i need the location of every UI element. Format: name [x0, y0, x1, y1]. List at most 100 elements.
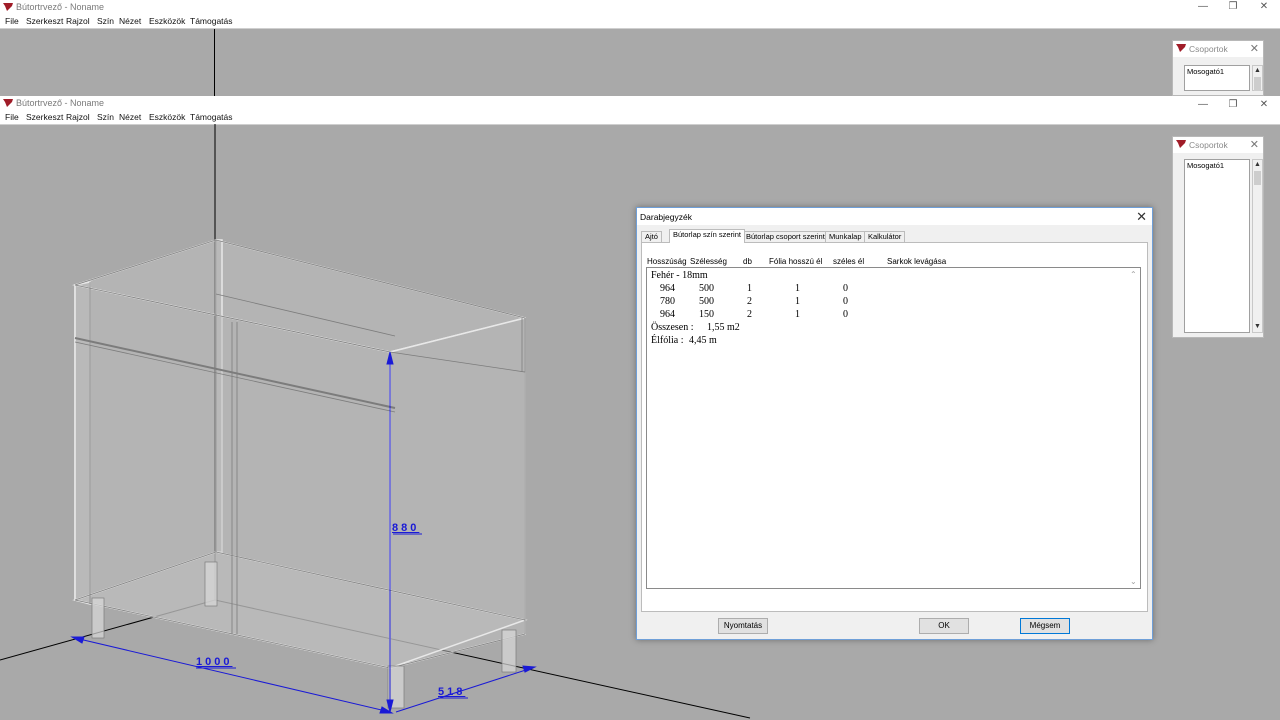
scroll-down-icon[interactable]: ⌄ [1130, 577, 1137, 586]
row-3-count: 2 [747, 309, 752, 320]
menu-edit[interactable]: Szerkeszt [26, 112, 63, 122]
dialog-title: Darabjegyzék [640, 212, 692, 222]
groups-list[interactable]: Mosogató1 [1184, 159, 1250, 333]
total-area-value: 1,55 m2 [707, 322, 740, 333]
row-2-wide-edge: 0 [843, 296, 848, 307]
leg-back-right [501, 629, 517, 673]
tab-board-by-color[interactable]: Bútorlap szín szerint [669, 229, 745, 243]
ok-button[interactable]: OK [919, 618, 969, 634]
row-2-width: 500 [699, 296, 714, 307]
dimension-height-label: 880 [392, 522, 420, 534]
column-header-length: Hosszúság [647, 257, 687, 266]
menu-view[interactable]: Nézet [119, 112, 141, 122]
row-1-width: 500 [699, 283, 714, 294]
row-1-count: 1 [747, 283, 752, 294]
groups-scrollbar[interactable]: ▲ [1252, 65, 1263, 91]
row-2-long-edge: 1 [795, 296, 800, 307]
app-logo-icon [3, 99, 13, 107]
scroll-up-icon[interactable]: ⌃ [1130, 270, 1137, 279]
groups-panel-header[interactable]: Csoportok ✕ [1173, 137, 1263, 153]
scroll-thumb[interactable] [1254, 171, 1261, 185]
column-header-wide-edge: széles él [833, 257, 865, 266]
cabinet-body [72, 239, 528, 669]
menu-color[interactable]: Szín [97, 112, 114, 122]
window-title: Bútortrvező - Noname [16, 2, 105, 12]
background-axis-line [214, 29, 215, 96]
menu-view[interactable]: Nézet [119, 16, 141, 26]
scroll-up-icon[interactable]: ▲ [1253, 160, 1262, 170]
parts-list-dialog: Darabjegyzék ✕ Ajtó Bútorlap szín szerin… [636, 207, 1153, 640]
scroll-thumb[interactable] [1254, 77, 1261, 91]
leg-front-left [91, 597, 105, 639]
scroll-down-icon[interactable]: ▼ [1253, 322, 1262, 332]
app-logo-icon [3, 3, 13, 11]
row-1-length: 964 [660, 283, 675, 294]
background-menubar: File Szerkeszt Rajzol Szín Nézet Eszközö… [0, 16, 1280, 28]
background-window-titlebar[interactable]: Bútortrvező - Noname — ❐ ✕ [0, 0, 1280, 16]
minimize-icon[interactable]: — [1196, 99, 1210, 111]
groups-scrollbar[interactable]: ▲ ▼ [1252, 159, 1263, 333]
parts-list-scrollbar[interactable]: ⌃ ⌄ [1128, 268, 1140, 588]
menu-color[interactable]: Szín [97, 16, 114, 26]
row-3-wide-edge: 0 [843, 309, 848, 320]
main-window-titlebar[interactable]: Bútortrvező - Noname — ❐ ✕ [0, 96, 1280, 112]
material-group-name: Fehér - 18mm [651, 270, 708, 281]
restore-icon[interactable]: ❐ [1226, 1, 1240, 13]
menu-draw[interactable]: Rajzol [66, 112, 90, 122]
tab-page-board-by-color: Hosszúság Szélesség db Fólia hosszú él s… [641, 242, 1148, 612]
menu-tools[interactable]: Eszközök [149, 16, 185, 26]
minimize-icon[interactable]: — [1196, 1, 1210, 13]
tab-door[interactable]: Ajtó [641, 231, 662, 242]
groups-panel: Csoportok ✕ Mosogató1 ▲ ▼ [1172, 136, 1264, 338]
menu-support[interactable]: Támogatás [190, 16, 233, 26]
groups-panel-title: Csoportok [1189, 140, 1228, 150]
row-2-count: 2 [747, 296, 752, 307]
leg-back-left [204, 561, 218, 607]
row-3-width: 150 [699, 309, 714, 320]
groups-list-item[interactable]: Mosogató1 [1187, 161, 1224, 170]
menu-draw[interactable]: Rajzol [66, 16, 90, 26]
close-icon[interactable]: ✕ [1250, 42, 1259, 55]
edge-foil-label: Élfólia : [651, 335, 684, 346]
close-icon[interactable]: ✕ [1257, 1, 1271, 13]
groups-panel-header[interactable]: Csoportok ✕ [1173, 41, 1263, 57]
restore-icon[interactable]: ❐ [1226, 99, 1240, 111]
tab-worktop[interactable]: Munkalap [825, 231, 866, 242]
row-1-long-edge: 1 [795, 283, 800, 294]
close-icon[interactable]: ✕ [1257, 99, 1271, 111]
row-3-long-edge: 1 [795, 309, 800, 320]
menubar-divider [0, 28, 1280, 29]
edge-foil-value: 4,45 m [689, 335, 717, 346]
scroll-up-icon[interactable]: ▲ [1253, 66, 1262, 76]
tab-calculator[interactable]: Kalkulátor [864, 231, 906, 242]
column-header-corner-cut: Sarkok levágása [887, 257, 947, 266]
dialog-titlebar[interactable]: Darabjegyzék ✕ [637, 208, 1152, 225]
background-groups-panel: Csoportok ✕ Mosogató1 ▲ [1172, 40, 1264, 96]
row-1-wide-edge: 0 [843, 283, 848, 294]
panel-logo-icon [1176, 140, 1186, 148]
parts-list-box[interactable]: Fehér - 18mm 964 500 1 1 0 780 500 2 1 0… [646, 267, 1141, 589]
close-icon[interactable]: ✕ [1136, 209, 1147, 225]
main-menubar: File Szerkeszt Rajzol Szín Nézet Eszközö… [0, 112, 1280, 124]
menu-support[interactable]: Támogatás [190, 112, 233, 122]
window-title: Bútortrvező - Noname [16, 98, 105, 108]
menu-file[interactable]: File [5, 16, 19, 26]
menu-file[interactable]: File [5, 112, 19, 122]
groups-list[interactable]: Mosogató1 [1184, 65, 1250, 91]
tab-board-by-group[interactable]: Bútorlap csoport szerint [742, 231, 829, 242]
column-header-long-edge: Fólia hosszú él [769, 257, 823, 266]
row-2-length: 780 [660, 296, 675, 307]
groups-panel-title: Csoportok [1189, 44, 1228, 54]
groups-list-item[interactable]: Mosogató1 [1187, 67, 1224, 76]
menu-tools[interactable]: Eszközök [149, 112, 185, 122]
menu-edit[interactable]: Szerkeszt [26, 16, 63, 26]
panel-logo-icon [1176, 44, 1186, 52]
total-area-label: Összesen : [651, 322, 694, 333]
row-3-length: 964 [660, 309, 675, 320]
dimension-depth-label: 518 [438, 686, 466, 698]
cancel-button[interactable]: Mégsem [1020, 618, 1070, 634]
dimension-width-label: 1000 [196, 656, 233, 668]
column-header-count: db [743, 257, 752, 266]
print-button[interactable]: Nyomtatás [718, 618, 768, 634]
close-icon[interactable]: ✕ [1250, 138, 1259, 151]
